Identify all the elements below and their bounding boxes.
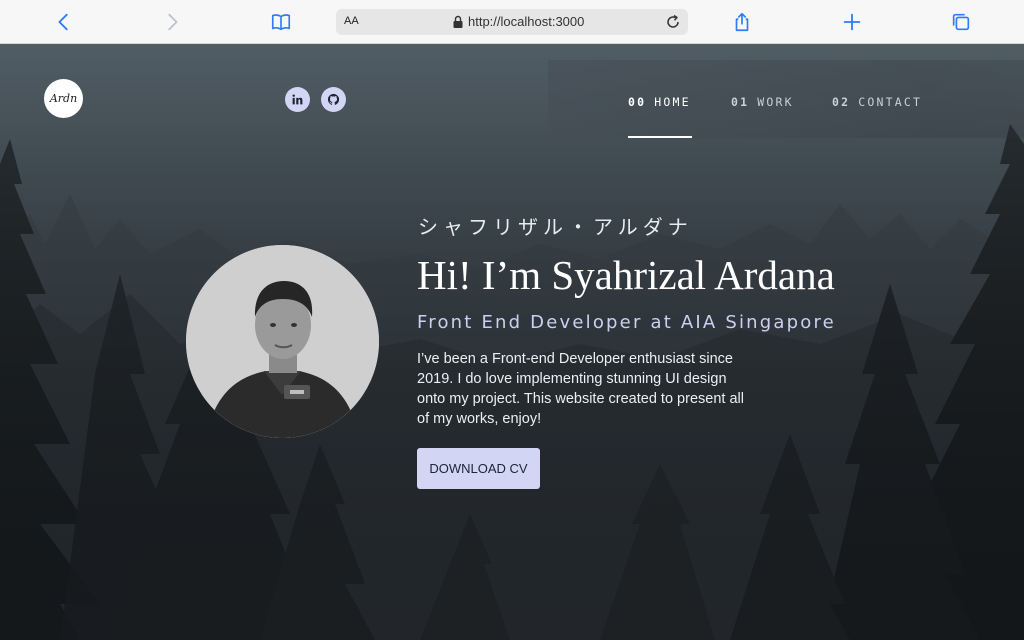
github-icon[interactable] [321, 87, 346, 112]
nav-item-home[interactable]: 00 HOME [628, 95, 691, 109]
browser-toolbar: AA http://localhost:3000 [0, 0, 1024, 44]
profile-photo [186, 245, 379, 438]
nav-item-label: WORK [757, 95, 794, 109]
site-logo[interactable]: Ardn [44, 79, 83, 118]
text-size-button[interactable]: AA [344, 15, 359, 27]
download-cv-button[interactable]: DOWNLOAD CV [417, 448, 540, 489]
linkedin-icon[interactable] [285, 87, 310, 112]
share-icon[interactable] [730, 10, 754, 34]
new-tab-icon[interactable] [840, 10, 864, 34]
hero-section: Ardn 00 HOME 01 WORK 02 CONTACT シャフリザル・ア… [0, 44, 1024, 640]
forward-icon[interactable] [160, 10, 184, 34]
address-bar[interactable]: AA http://localhost:3000 [336, 9, 688, 35]
reload-icon[interactable] [664, 13, 682, 31]
back-icon[interactable] [52, 10, 76, 34]
nav-item-number: 02 [832, 95, 851, 109]
url-text: http://localhost:3000 [468, 14, 585, 29]
nav-active-indicator [628, 136, 692, 138]
nav-item-number: 01 [731, 95, 750, 109]
lock-icon [453, 15, 463, 28]
nav-item-label: CONTACT [858, 95, 923, 109]
job-title: Front End Developer at AIA Singapore [417, 312, 836, 333]
nav-item-number: 00 [628, 95, 647, 109]
nav-item-contact[interactable]: 02 CONTACT [832, 95, 922, 109]
nav-item-label: HOME [654, 95, 691, 109]
nav-item-work[interactable]: 01 WORK [731, 95, 794, 109]
bio-text: I’ve been a Front-end Developer enthusia… [417, 351, 744, 427]
japanese-name: シャフリザル・アルダナ [418, 215, 693, 239]
tabs-overview-icon[interactable] [949, 10, 973, 34]
bookmarks-icon[interactable] [269, 10, 293, 34]
greeting-headline: Hi! I’m Syahrizal Ardana [417, 252, 835, 298]
